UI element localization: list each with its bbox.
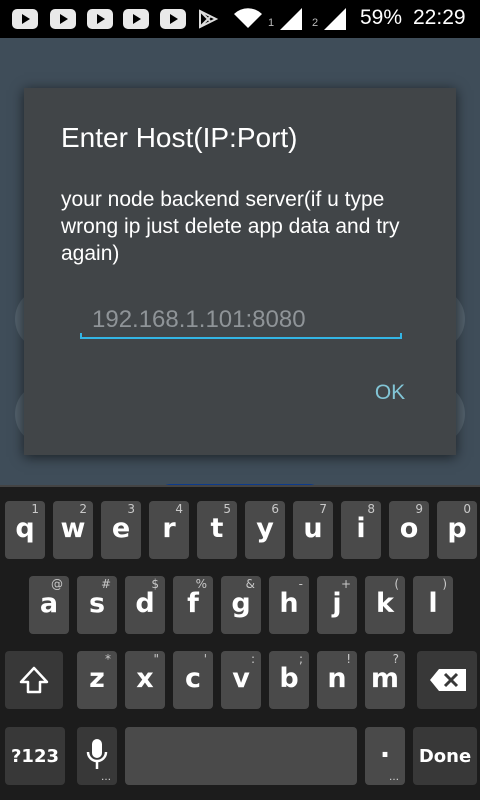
- youtube-notification-icon: [50, 9, 76, 29]
- period-key[interactable]: .…: [365, 727, 405, 785]
- key-g[interactable]: & g: [221, 576, 261, 634]
- key-r[interactable]: 4r: [149, 501, 189, 559]
- ok-button[interactable]: OK: [354, 373, 426, 413]
- backspace-key[interactable]: [417, 651, 477, 709]
- key-t[interactable]: 5t: [197, 501, 237, 559]
- sim2-indicator: 2: [312, 17, 319, 29]
- signal-sim1-icon: [280, 8, 302, 30]
- signal-sim2-icon: [324, 8, 346, 30]
- host-input[interactable]: [80, 300, 400, 340]
- key-i[interactable]: 8i: [341, 501, 381, 559]
- key-k[interactable]: (k: [365, 576, 405, 634]
- key-j[interactable]: + j: [317, 576, 357, 634]
- key-a[interactable]: @ a: [29, 576, 69, 634]
- key-s[interactable]: # s: [77, 576, 117, 634]
- key-l[interactable]: ) l: [413, 576, 453, 634]
- sim1-indicator: 1: [268, 17, 275, 29]
- mic-icon: [86, 739, 108, 769]
- youtube-notification-icon: [87, 9, 113, 29]
- clock: 22:29: [413, 6, 466, 29]
- key-b[interactable]: ; b: [269, 651, 309, 709]
- key-n[interactable]: ! n: [317, 651, 357, 709]
- key-u[interactable]: 7u: [293, 501, 333, 559]
- youtube-notification-icon: [123, 9, 149, 29]
- input-underline: [80, 333, 402, 339]
- key-y[interactable]: 6y: [245, 501, 285, 559]
- key-x[interactable]: " x: [125, 651, 165, 709]
- mic-key[interactable]: …: [77, 727, 117, 785]
- key-v[interactable]: :v: [221, 651, 261, 709]
- shift-icon: [19, 666, 49, 694]
- dialog-title: Enter Host(IP:Port): [61, 122, 298, 153]
- status-bar: 1 2 59% 22:29: [0, 0, 480, 38]
- wifi-icon: [234, 8, 262, 29]
- soft-keyboard: 1q 2w 3e 4r 5t 6y 7u 8i 9o 0p @ a # s $ d %…: [0, 485, 480, 800]
- key-p[interactable]: 0p: [437, 501, 477, 559]
- youtube-notification-icon: [12, 9, 38, 29]
- done-key[interactable]: Done: [413, 727, 477, 785]
- battery-percentage: 59%: [360, 6, 403, 29]
- key-w[interactable]: 2w: [53, 501, 93, 559]
- key-o[interactable]: 9o: [389, 501, 429, 559]
- key-q[interactable]: 1q: [5, 501, 45, 559]
- space-bar[interactable]: [125, 727, 357, 785]
- dialog-message: your node backend server(if u type wrong…: [61, 188, 400, 265]
- youtube-notification-icon: [160, 9, 186, 29]
- key-m[interactable]: ? m: [365, 651, 405, 709]
- host-dialog: Enter Host(IP:Port) your node backend se…: [24, 88, 456, 455]
- shift-key[interactable]: [5, 651, 63, 709]
- key-e[interactable]: 3e: [101, 501, 141, 559]
- backspace-icon: [430, 669, 466, 691]
- key-h[interactable]: -h: [269, 576, 309, 634]
- key-c[interactable]: ' c: [173, 651, 213, 709]
- symbols-key[interactable]: ?123: [5, 727, 65, 785]
- play-store-icon: [199, 9, 219, 29]
- key-z[interactable]: * z: [77, 651, 117, 709]
- key-d[interactable]: $ d: [125, 576, 165, 634]
- key-f[interactable]: % f: [173, 576, 213, 634]
